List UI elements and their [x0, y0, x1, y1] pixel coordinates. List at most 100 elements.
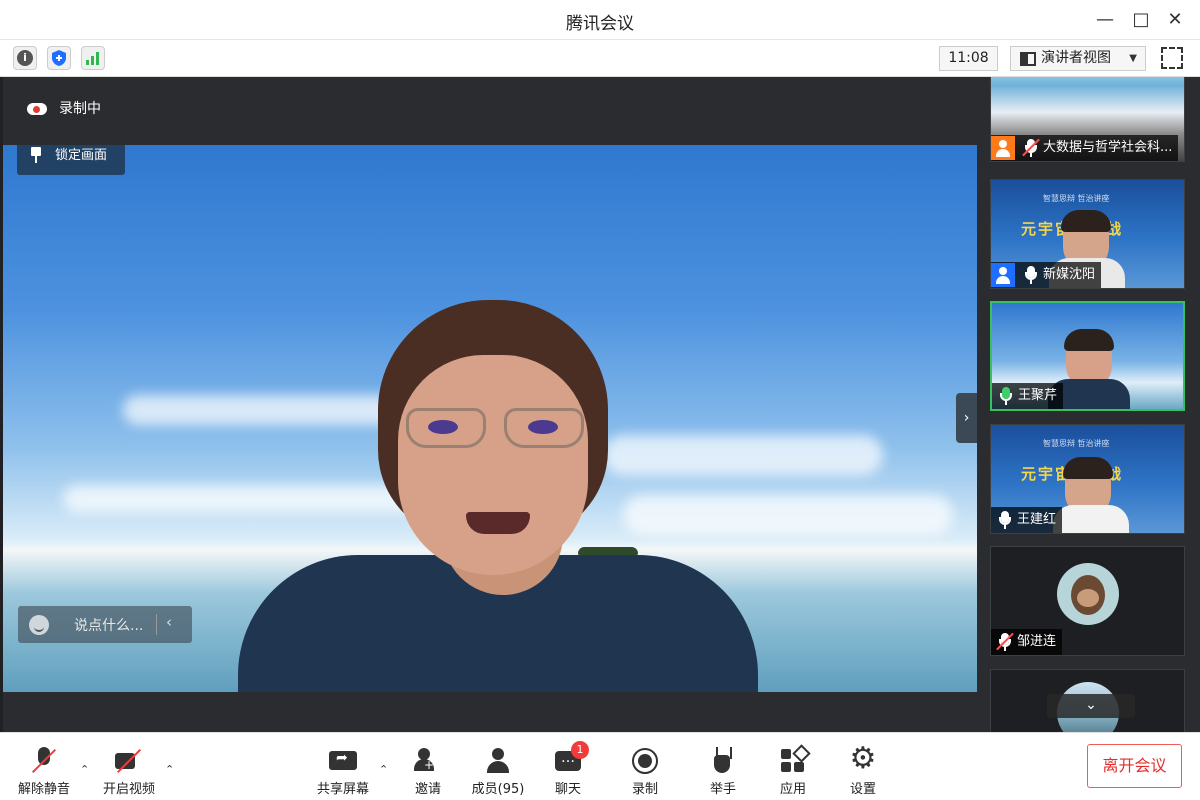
toggle-panel-button[interactable]: › [956, 393, 977, 443]
mic-muted-icon [30, 747, 58, 775]
settings-button[interactable]: 设置 [835, 733, 891, 800]
apps-label: 应用 [779, 782, 806, 797]
chevron-down-icon: ▼ [1129, 53, 1137, 64]
chat-icon: 1 [554, 741, 589, 775]
view-mode-select[interactable]: 演讲者视图 ▼ [1010, 46, 1146, 71]
participant-tile[interactable]: 智慧思辩 哲治讲座 元宇宙与挑战 新媒沈阳 [990, 179, 1185, 289]
share-screen-label: 共享屏幕 [316, 782, 369, 797]
title-bar: 腾讯会议 — □ ✕ [0, 0, 1200, 40]
minimize-button[interactable]: — [1093, 8, 1117, 32]
layout-icon [1020, 52, 1036, 66]
meeting-clock: 11:08 [939, 46, 998, 71]
recording-indicator: 录制中 [27, 98, 101, 118]
record-icon [631, 747, 659, 775]
members-button[interactable]: 成员(95) [468, 733, 528, 800]
mic-icon [1023, 264, 1039, 286]
members-label: 成员(95) [471, 782, 525, 797]
participant-name: 新媒沈阳 [1043, 267, 1096, 282]
participant-name-bar: 王建红 [991, 507, 1063, 533]
invite-icon [414, 747, 442, 775]
mic-icon [997, 509, 1013, 531]
pin-icon [31, 147, 41, 163]
participant-name: 大数据与哲学社会科... [1043, 140, 1173, 155]
fullscreen-icon[interactable] [1161, 47, 1183, 69]
recording-label: 录制中 [59, 101, 101, 117]
chat-label: 聊天 [554, 782, 581, 797]
record-label: 录制 [631, 782, 658, 797]
divider [156, 614, 157, 635]
apps-button[interactable]: 应用 [765, 733, 821, 800]
unmute-label: 解除静音 [17, 782, 70, 797]
signal-strength-icon[interactable] [81, 46, 105, 70]
unmute-button[interactable]: 解除静音 [14, 733, 74, 800]
raise-hand-label: 举手 [709, 782, 736, 797]
slide-subtitle: 智慧思辩 哲治讲座 [1043, 194, 1110, 203]
audio-options-caret[interactable]: ⌃ [80, 763, 94, 776]
window-title: 腾讯会议 [566, 14, 634, 34]
chat-placeholder: 说点什么... [74, 618, 144, 634]
maximize-button[interactable]: □ [1129, 8, 1153, 32]
participant-tile[interactable]: 大数据与哲学社会科... [990, 77, 1185, 162]
chat-button[interactable]: 1 聊天 [540, 733, 596, 800]
hand-icon [709, 747, 737, 775]
speaker-mouth [466, 512, 530, 534]
bottom-control-bar: 解除静音 ⌃ 开启视频 ⌃ 共享屏幕 ⌃ 邀请 成员(95) 1 聊天 [0, 732, 1200, 800]
share-options-caret[interactable]: ⌃ [379, 763, 393, 776]
unread-badge: 1 [571, 741, 589, 759]
participants-panel: 大数据与哲学社会科... 智慧思辩 哲治讲座 元宇宙与挑战 新媒沈阳 王聚芹 [977, 77, 1200, 732]
gear-icon [849, 743, 877, 775]
chevron-left-icon[interactable]: ‹ [166, 613, 172, 631]
video-options-caret[interactable]: ⌃ [165, 763, 179, 776]
pin-view-label: 锁定画面 [55, 148, 108, 163]
speaker-glasses [406, 408, 486, 448]
camera-off-icon [115, 747, 143, 775]
shield-icon[interactable] [47, 46, 71, 70]
signal-glyph [86, 52, 99, 65]
avatar [1057, 563, 1119, 625]
leave-meeting-button[interactable]: 离开会议 [1087, 744, 1182, 788]
top-toolbar: i 11:08 演讲者视图 ▼ [0, 40, 1200, 77]
view-mode-label: 演讲者视图 [1041, 50, 1111, 66]
pin-view-button[interactable]: 锁定画面 [17, 145, 125, 175]
orange-user-icon [991, 136, 1015, 160]
participant-name-bar: 新媒沈阳 [991, 262, 1102, 288]
participant-name-bar: 王聚芹 [992, 383, 1064, 409]
settings-label: 设置 [849, 782, 876, 797]
invite-button[interactable]: 邀请 [400, 733, 456, 800]
meeting-info-icon[interactable]: i [13, 46, 37, 70]
emoji-icon[interactable] [29, 615, 49, 635]
slide-subtitle: 智慧思辩 哲治讲座 [1043, 439, 1110, 448]
members-icon [484, 747, 512, 775]
record-button[interactable]: 录制 [617, 733, 673, 800]
mic-muted-icon [996, 631, 1014, 653]
raise-hand-button[interactable]: 举手 [695, 733, 751, 800]
participant-name-bar: 邹进连 [991, 629, 1063, 655]
mic-muted-icon [1022, 137, 1040, 159]
start-video-button[interactable]: 开启视频 [99, 733, 159, 800]
blue-user-icon [991, 263, 1015, 287]
participant-tile-active-speaker[interactable]: 王聚芹 [990, 301, 1185, 411]
participant-tile[interactable]: 智慧思辩 哲治讲座 元宇宙与挑战 王建红 [990, 424, 1185, 534]
participant-tile[interactable]: 邹进连 [990, 546, 1185, 656]
apps-icon [779, 747, 807, 775]
close-button[interactable]: ✕ [1163, 8, 1187, 32]
tencent-meeting-window: 腾讯会议 — □ ✕ i 11:08 演讲者视图 ▼ 录制中 锁定画面 说点什么… [0, 0, 1200, 800]
chevron-down-icon[interactable]: ⌄ [1047, 694, 1135, 718]
speaker-person [238, 300, 758, 692]
quick-chat-input[interactable]: 说点什么... ‹ [18, 606, 192, 643]
participant-name: 王建红 [1017, 512, 1057, 527]
main-video-area: 录制中 锁定画面 说点什么... ‹ [3, 77, 977, 732]
mic-speaking-icon [998, 385, 1014, 407]
start-video-label: 开启视频 [102, 782, 155, 797]
speaker-video[interactable]: 锁定画面 说点什么... ‹ [3, 145, 977, 692]
shield-glyph [52, 50, 66, 66]
share-screen-icon [329, 747, 357, 775]
participant-name: 王聚芹 [1018, 388, 1058, 403]
cloud-record-icon [27, 103, 47, 115]
speaker-face [398, 355, 588, 575]
invite-label: 邀请 [414, 782, 441, 797]
share-screen-button[interactable]: 共享屏幕 [313, 733, 373, 800]
participant-shirt [1053, 505, 1129, 533]
participant-name: 邹进连 [1017, 634, 1057, 649]
participant-name-bar: 大数据与哲学社会科... [991, 135, 1179, 161]
